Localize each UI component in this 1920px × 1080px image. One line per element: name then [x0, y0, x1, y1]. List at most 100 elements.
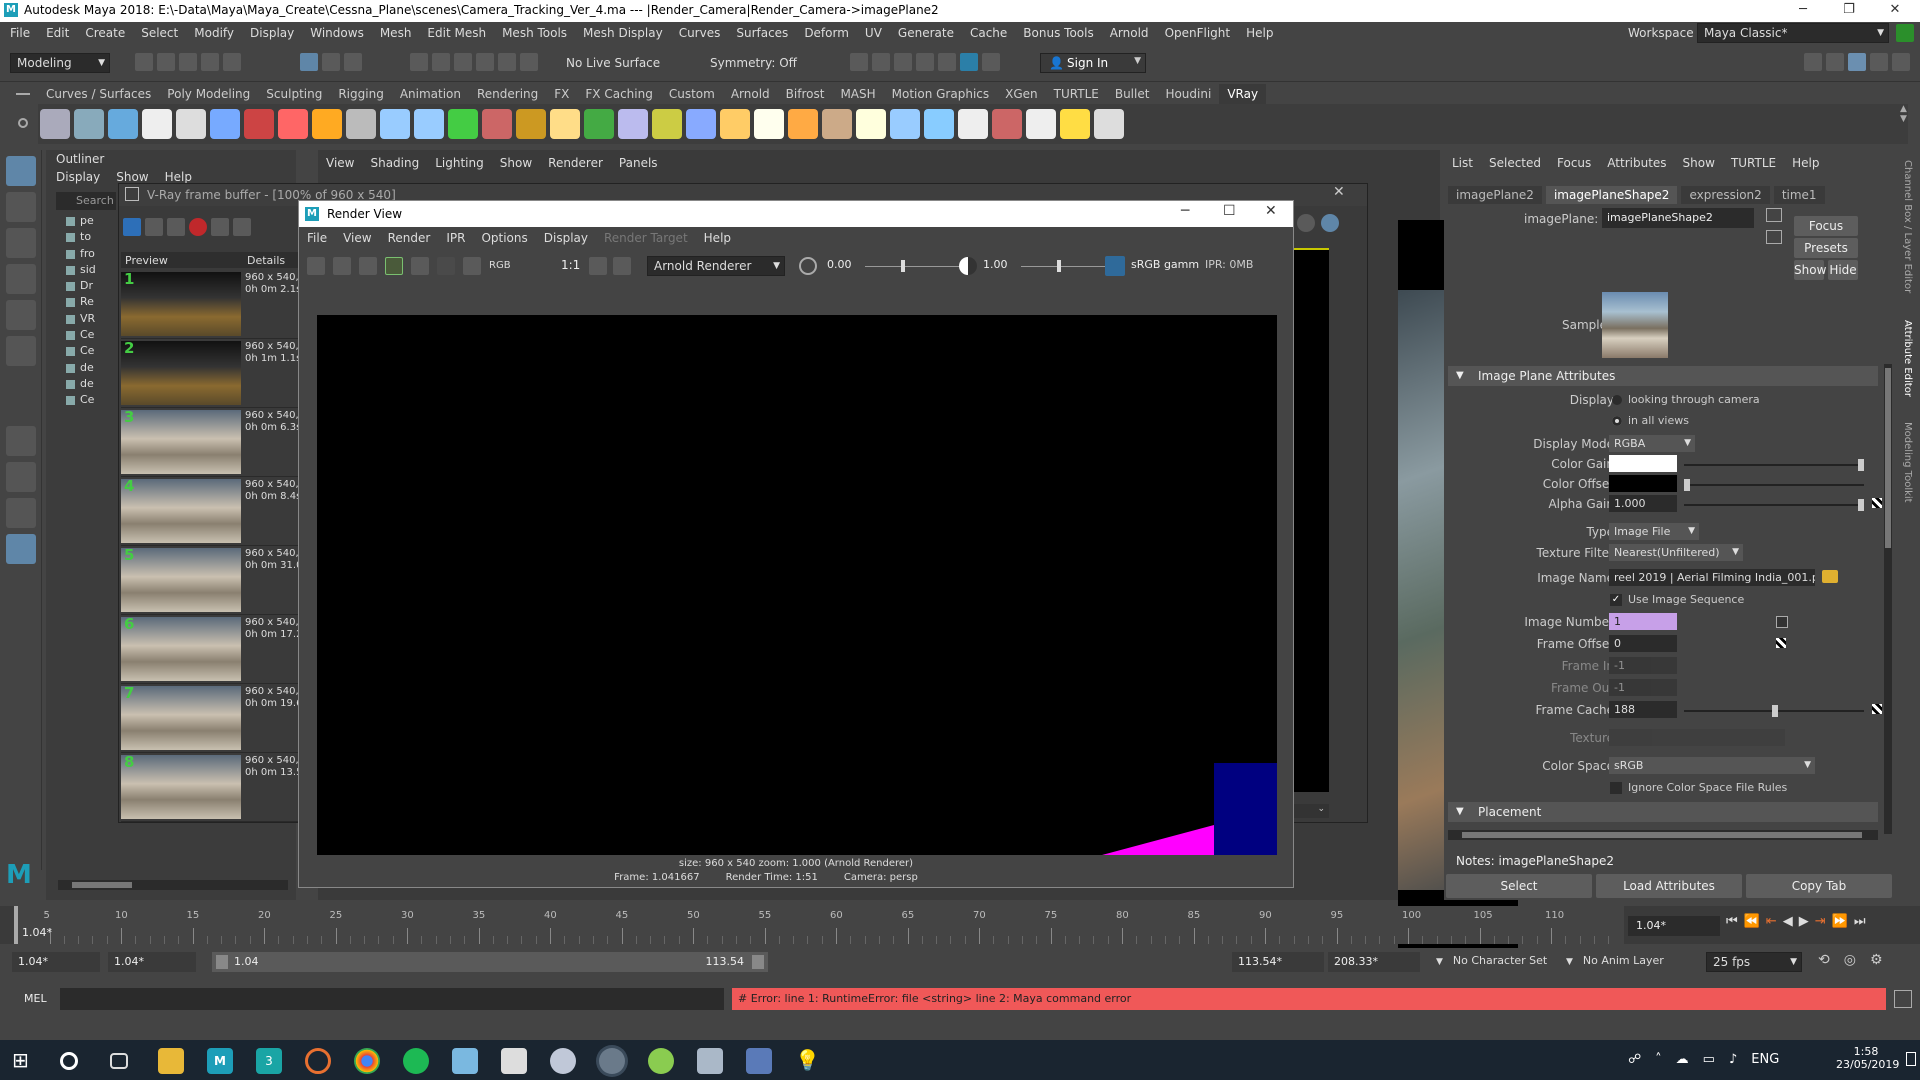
ipr-render-icon[interactable]: [894, 53, 912, 71]
channel-box-toggle-icon[interactable]: [1892, 53, 1910, 71]
focus-output-icon[interactable]: [1766, 230, 1782, 244]
step-back-frame-icon[interactable]: ⇤: [1766, 914, 1777, 929]
shelf-vray-tool-8-icon[interactable]: [278, 109, 308, 139]
fps-select[interactable]: 25 fps ▼: [1706, 952, 1802, 972]
sign-in-button[interactable]: 👤 Sign In ▼: [1040, 53, 1146, 73]
side-tab-attribute-editor[interactable]: Attribute Editor: [1902, 320, 1913, 397]
render-current-icon[interactable]: [872, 53, 890, 71]
exposure-value[interactable]: 0.00: [827, 258, 852, 271]
copy-tab-button[interactable]: Copy Tab: [1746, 874, 1892, 898]
display-settings-icon[interactable]: [613, 257, 631, 275]
animation-start-field[interactable]: 1.04*: [12, 952, 100, 972]
pause-icon[interactable]: [982, 53, 1000, 71]
range-bar[interactable]: 1.04 113.54: [212, 952, 768, 972]
time-slider[interactable]: 5 10 15 20 25 30 35 40 45 50 55 60 65 70 75 80 85 90 95 100…: [0, 906, 1920, 944]
shelf-vray-tool-21-icon[interactable]: [720, 109, 750, 139]
shelf-vray-tool-12-icon[interactable]: [414, 109, 444, 139]
restore-button[interactable]: ❐: [1834, 2, 1864, 17]
snap-grid-icon[interactable]: [410, 53, 428, 71]
select-by-component-icon[interactable]: [344, 53, 362, 71]
render-settings-icon[interactable]: [850, 53, 868, 71]
shelf-vray-tool-15-icon[interactable]: [516, 109, 546, 139]
app-icon-2[interactable]: [599, 1048, 625, 1074]
display-all-views-radio[interactable]: [1612, 416, 1622, 426]
ae-menu-focus[interactable]: Focus: [1549, 152, 1599, 174]
rotate-tool-icon[interactable]: [6, 300, 36, 330]
undo-icon[interactable]: [201, 53, 219, 71]
auto-key-icon[interactable]: ◎: [1844, 952, 1856, 968]
cortana-icon[interactable]: [60, 1052, 78, 1070]
snap-point-icon[interactable]: [454, 53, 472, 71]
clock[interactable]: 1:58 23/05/2019: [1836, 1045, 1899, 1071]
menu-help[interactable]: Help: [1238, 22, 1281, 44]
viewport-menu-panels[interactable]: Panels: [611, 152, 666, 174]
menu-bonus-tools[interactable]: Bonus Tools: [1015, 22, 1101, 44]
viewport-menu-shading[interactable]: Shading: [362, 152, 427, 174]
vray-history-item[interactable]: 2 960 x 540, f 0h 1m 1.1s: [121, 339, 301, 408]
go-to-end-icon[interactable]: ⏭: [1854, 914, 1866, 929]
frame-cache-map-icon[interactable]: [1872, 704, 1882, 714]
menu-mesh-display[interactable]: Mesh Display: [575, 22, 671, 44]
menu-create[interactable]: Create: [77, 22, 133, 44]
app-icon-5[interactable]: [746, 1048, 772, 1074]
outliner-item[interactable]: Ce: [58, 344, 118, 360]
vray-history-item[interactable]: 5 960 x 540, f 0h 0m 31.0: [121, 546, 301, 615]
close-button[interactable]: ✕: [1880, 2, 1910, 17]
rv-menu-view[interactable]: View: [335, 227, 379, 249]
app-icon-3[interactable]: [648, 1048, 674, 1074]
outliner-item[interactable]: Dr: [58, 279, 118, 295]
render-region-icon[interactable]: [333, 257, 351, 275]
shelf-vray-tool-5-icon[interactable]: [176, 109, 206, 139]
outliner-item[interactable]: de: [58, 377, 118, 393]
volume-icon[interactable]: ♪: [1729, 1052, 1737, 1067]
presets-button[interactable]: Presets: [1794, 238, 1858, 258]
menu-modify[interactable]: Modify: [186, 22, 242, 44]
rv-minimize-button[interactable]: ─: [1181, 203, 1189, 219]
new-scene-icon[interactable]: [135, 53, 153, 71]
ae-hscroll[interactable]: [1448, 830, 1878, 840]
rv-close-button[interactable]: ✕: [1265, 203, 1277, 219]
render-canvas[interactable]: [317, 315, 1277, 855]
shelf-tab-houdini[interactable]: Houdini: [1157, 84, 1219, 104]
outliner-item[interactable]: VR: [58, 312, 118, 328]
shelf-vray-tool-6-icon[interactable]: [210, 109, 240, 139]
focus-button[interactable]: Focus: [1794, 216, 1858, 236]
side-tab-channel-box[interactable]: Channel Box / Layer Editor: [1902, 160, 1913, 293]
image-number-field[interactable]: 1: [1609, 613, 1677, 630]
ae-menu-show[interactable]: Show: [1675, 152, 1723, 174]
shelf-tab-xgen[interactable]: XGen: [997, 84, 1046, 104]
ae-tab-imageplaneshape2[interactable]: imagePlaneShape2: [1545, 186, 1678, 204]
shelf-vray-tool-30-icon[interactable]: [1026, 109, 1056, 139]
play-forward-icon[interactable]: ▶: [1799, 914, 1809, 929]
side-tab-modeling-toolkit[interactable]: Modeling Toolkit: [1902, 422, 1913, 503]
real-size-label[interactable]: 1:1: [561, 258, 580, 272]
outliner-menu-display[interactable]: Display: [48, 166, 108, 188]
color-gain-swatch[interactable]: [1609, 455, 1677, 472]
shelf-vray-tool-28-icon[interactable]: [958, 109, 988, 139]
select-by-object-icon[interactable]: [322, 53, 340, 71]
maya-taskbar-icon[interactable]: M: [207, 1048, 233, 1074]
playback-start-field[interactable]: 1.04*: [108, 952, 196, 972]
vray-history-item[interactable]: 1 960 x 540, f 0h 0m 2.1s: [121, 270, 301, 339]
color-gain-slider[interactable]: [1684, 459, 1864, 471]
menu-mesh-tools[interactable]: Mesh Tools: [494, 22, 575, 44]
menu-uv[interactable]: UV: [857, 22, 890, 44]
vray-compare-icon[interactable]: [211, 218, 229, 236]
outliner-item[interactable]: Ce: [58, 393, 118, 409]
app-icon-4[interactable]: [697, 1048, 723, 1074]
menu-file[interactable]: File: [2, 22, 38, 44]
alpha-gain-field[interactable]: 1.000: [1609, 495, 1677, 512]
vray-history-item[interactable]: 3 960 x 540, f 0h 0m 6.3s: [121, 408, 301, 477]
outliner-layout-icon[interactable]: [6, 534, 36, 564]
ae-tab-imageplane2[interactable]: imagePlane2: [1448, 186, 1542, 204]
ae-menu-selected[interactable]: Selected: [1481, 152, 1549, 174]
shelf-tab-vray[interactable]: VRay: [1219, 84, 1267, 104]
file-explorer-icon[interactable]: [158, 1048, 184, 1074]
shelf-menu-icon[interactable]: [16, 88, 30, 100]
step-forward-key-icon[interactable]: ⏩: [1832, 914, 1848, 929]
shelf-vray-tool-7-icon[interactable]: [244, 109, 274, 139]
refresh-ipr-icon[interactable]: [411, 257, 429, 275]
mel-label[interactable]: MEL: [24, 992, 47, 1005]
shelf-vray-tool-25-icon[interactable]: [856, 109, 886, 139]
menu-surfaces[interactable]: Surfaces: [728, 22, 796, 44]
